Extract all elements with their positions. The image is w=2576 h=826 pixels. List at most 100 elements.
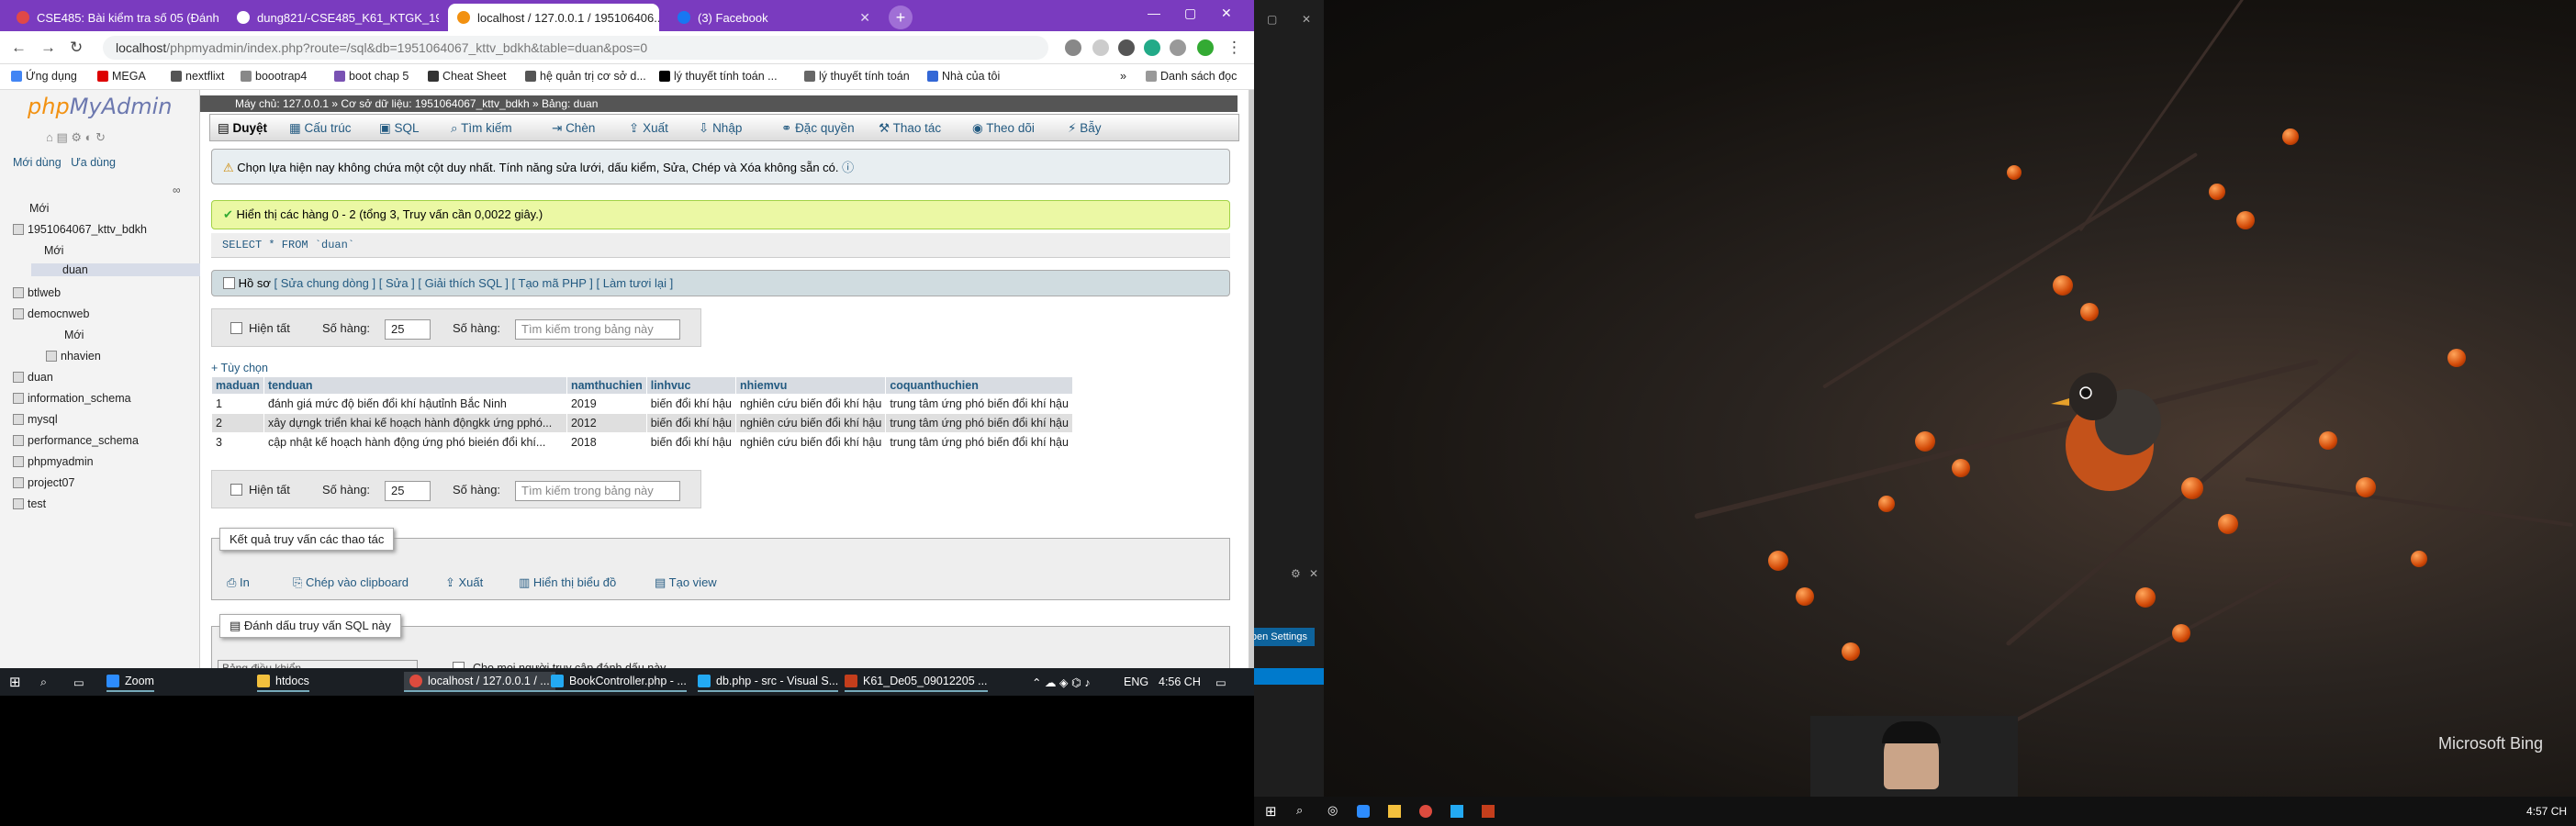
bookmark-item[interactable]: Nhà của tôi xyxy=(927,70,1000,83)
display-chart-button[interactable]: ▥ Hiển thị biểu đồ xyxy=(519,575,616,590)
zoom-icon[interactable] xyxy=(1357,805,1370,818)
tab-import[interactable]: ⇩ Nhập xyxy=(699,121,742,136)
tab-structure[interactable]: ▦ Cấu trúc xyxy=(289,121,352,136)
export-button[interactable]: ⇪ Xuất xyxy=(445,575,483,590)
taskbar-item-htdocs[interactable]: htdocs xyxy=(257,672,309,692)
forward-icon[interactable]: → xyxy=(40,39,56,57)
tab-search[interactable]: ⌕ Tìm kiếm xyxy=(451,121,512,136)
rows-select[interactable]: 25 xyxy=(385,319,431,340)
puzzle-icon[interactable] xyxy=(1170,39,1186,56)
rows-select[interactable]: 25 xyxy=(385,481,431,501)
folder-icon[interactable] xyxy=(1388,805,1401,818)
tree-db[interactable]: btlweb xyxy=(13,286,61,299)
tab-operations[interactable]: ⚒ Thao tác xyxy=(879,121,941,136)
column-header[interactable]: coquanthuchien xyxy=(885,376,1073,395)
browser-tab-1[interactable]: dung821/-CSE485_K61_KTGK_19...✕ xyxy=(228,4,439,31)
tree-table-duan[interactable]: duan xyxy=(31,263,200,276)
notification-icon[interactable]: ▭ xyxy=(1215,672,1226,692)
column-header[interactable]: nhiemvu xyxy=(734,376,887,395)
taskbar-item-vscode[interactable]: BookController.php - ... xyxy=(551,672,687,692)
recent-link[interactable]: Mới dùng xyxy=(13,156,62,169)
close-icon[interactable]: ✕ xyxy=(1302,13,1311,26)
tree-db[interactable]: phpmyadmin xyxy=(13,455,94,468)
tree-new[interactable]: Mới xyxy=(64,329,84,341)
favorites-link[interactable]: Ưa dùng xyxy=(71,156,116,169)
tab-export[interactable]: ⇪ Xuất xyxy=(629,121,668,136)
extension-icon[interactable] xyxy=(1118,39,1135,56)
profile-avatar[interactable] xyxy=(1197,39,1214,56)
tree-db[interactable]: information_schema xyxy=(13,392,131,405)
tab-sql[interactable]: ▣ SQL xyxy=(379,121,420,136)
profiling-checkbox[interactable] xyxy=(223,277,235,289)
tab-browse[interactable]: ▤ Duyệt xyxy=(218,121,267,136)
taskbar-item-zoom[interactable]: Zoom xyxy=(106,672,154,692)
tree-new[interactable]: Mới xyxy=(29,202,49,215)
url-field[interactable]: localhost/phpmyadmin/index.php?route=/sq… xyxy=(103,36,1048,60)
sql-query-box[interactable]: SELECT * FROM `duan` xyxy=(211,233,1230,258)
column-header[interactable]: linhvuc xyxy=(645,376,737,395)
tree-db[interactable]: project07 xyxy=(13,476,74,489)
tab-tracking[interactable]: ◉ Theo dõi xyxy=(972,121,1035,136)
filter-input[interactable]: Tìm kiếm trong bảng này xyxy=(515,319,680,340)
show-all-checkbox[interactable] xyxy=(230,322,242,334)
tree-db[interactable]: 1951064067_kttv_bdkh xyxy=(13,223,147,236)
bookmark-item[interactable]: nextflixt xyxy=(171,70,224,83)
chrome-icon[interactable] xyxy=(1419,805,1432,818)
clock[interactable]: 4:57 CH xyxy=(2526,805,2567,818)
tree-table[interactable]: nhavien xyxy=(46,350,101,363)
breadcrumb[interactable]: Máy chủ: 127.0.0.1 » Cơ sở dữ liệu: 1951… xyxy=(200,95,1238,112)
tree-db[interactable]: mysql xyxy=(13,413,58,426)
close-window-icon[interactable]: ✕ xyxy=(1221,6,1232,21)
open-settings-button[interactable]: Open Settings xyxy=(1254,628,1315,646)
column-header[interactable]: tenduan xyxy=(263,376,567,395)
reading-list[interactable]: Danh sách đọc xyxy=(1146,70,1237,83)
tree-db[interactable]: performance_schema xyxy=(13,434,139,447)
bookmark-item[interactable]: Ứng dụng xyxy=(11,70,77,83)
bookmark-item[interactable]: hệ quản trị cơ sở d... xyxy=(525,70,646,83)
tab-insert[interactable]: ⇥ Chèn xyxy=(552,121,595,136)
tree-db[interactable]: test xyxy=(13,497,46,510)
start-icon[interactable]: ⊞ xyxy=(9,672,21,692)
show-all-checkbox[interactable] xyxy=(230,484,242,496)
table-row[interactable]: 1 đánh giá mức độ biến đổi khí hậutỉnh Bắ… xyxy=(211,394,1073,414)
maximize-icon[interactable]: ▢ xyxy=(1184,6,1196,21)
create-view-button[interactable]: ▤ Tạo view xyxy=(655,575,717,590)
tree-new[interactable]: Mới xyxy=(44,244,63,257)
extension-icon[interactable] xyxy=(1065,39,1081,56)
bookmark-item[interactable]: lý thuyết tính toán ... xyxy=(659,70,778,83)
vscode-icon[interactable] xyxy=(1450,805,1463,818)
bookmark-item[interactable]: Cheat Sheet xyxy=(428,70,507,83)
tree-db[interactable]: duan xyxy=(13,371,53,384)
column-header[interactable]: maduan xyxy=(211,376,264,395)
new-tab-button[interactable]: + xyxy=(889,6,913,29)
tab-triggers[interactable]: ⚡ Bẫy xyxy=(1068,121,1102,136)
query-links[interactable]: [ Sửa chung dòng ] [ Sửa ] [ Giải thích … xyxy=(274,276,674,290)
bookmark-item[interactable]: MEGA xyxy=(97,70,146,83)
column-header[interactable]: namthuchien xyxy=(566,376,647,395)
table-row[interactable]: 2 xây dựngk triển khai kế hoạch hành động… xyxy=(211,413,1073,433)
print-button[interactable]: ⎙ In xyxy=(227,575,250,590)
tray-icons[interactable]: ⌃ ☁ ◈ ⌬ ♪ xyxy=(1032,672,1091,692)
minimize-icon[interactable]: — xyxy=(1148,6,1160,20)
search-icon[interactable]: ⌕ xyxy=(1296,803,1303,818)
help-icon[interactable]: ⓘ xyxy=(842,161,854,174)
tab-privileges[interactable]: ⚭ Đặc quyền xyxy=(781,121,855,136)
start-icon[interactable]: ⊞ xyxy=(1265,803,1277,820)
options-link[interactable]: + Tùy chọn xyxy=(211,362,268,374)
close-icon[interactable]: ✕ xyxy=(1309,567,1318,580)
copy-clipboard-button[interactable]: ⎘ Chép vào clipboard xyxy=(293,575,409,590)
star-icon[interactable] xyxy=(1092,39,1109,56)
word-icon[interactable] xyxy=(1482,805,1495,818)
close-icon[interactable]: ✕ xyxy=(859,10,870,26)
language-indicator[interactable]: ENG xyxy=(1124,672,1148,692)
extension-icon[interactable] xyxy=(1144,39,1160,56)
browser-tab-3[interactable]: (3) Facebook ✕ xyxy=(668,4,879,31)
search-icon[interactable]: ⌕ xyxy=(40,672,47,692)
taskbar-item-word[interactable]: K61_De05_09012205 ... xyxy=(845,672,988,692)
gear-icon[interactable]: ⚙ xyxy=(1291,567,1301,580)
task-view-icon[interactable]: ▭ xyxy=(73,672,84,692)
filter-input[interactable]: Tìm kiếm trong bảng này xyxy=(515,481,680,501)
reload-icon[interactable]: ↻ xyxy=(70,39,83,57)
clock[interactable]: 4:56 CH xyxy=(1159,672,1201,692)
tree-db[interactable]: democnweb xyxy=(13,307,89,320)
